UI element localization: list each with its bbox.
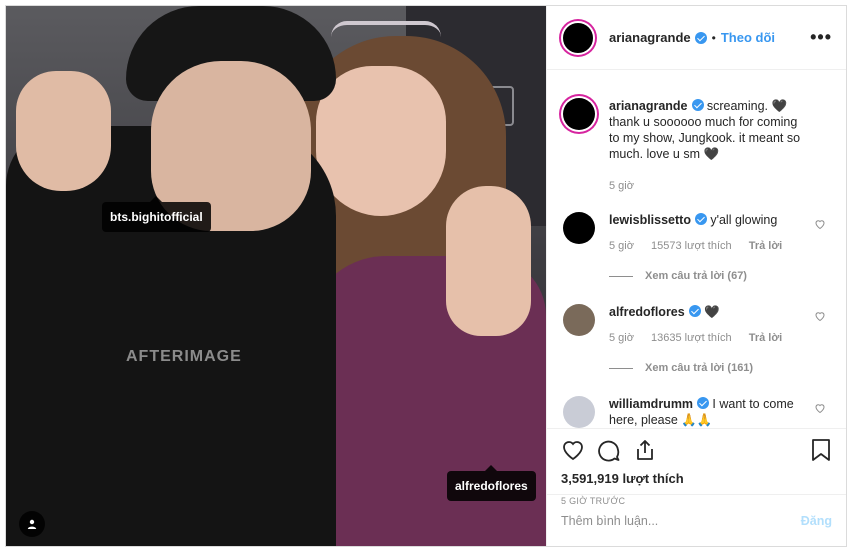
comment-like-heart-icon[interactable] (814, 218, 826, 233)
verified-badge-icon (691, 99, 704, 111)
action-icons (561, 438, 832, 465)
tagged-users-icon[interactable] (19, 511, 45, 537)
comment-avatar[interactable] (563, 304, 595, 336)
photo-tiara (331, 21, 441, 37)
comment-username[interactable]: alfredoflores (609, 305, 685, 319)
follow-button[interactable]: Theo dõi (721, 30, 775, 45)
comment-input[interactable] (561, 513, 801, 528)
post-header: arianagrande • Theo dõi ••• (547, 6, 846, 70)
like-heart-icon[interactable] (561, 438, 585, 465)
photo-peace-hand-left (16, 71, 111, 191)
instagram-post: AFTERIMAGE bts.bighitofficial alfredoflo… (5, 5, 847, 547)
comments-list[interactable]: arianagrande screaming. 🖤 thank u sooooo… (547, 70, 846, 428)
comment-likes[interactable]: 13635 lượt thích (651, 332, 732, 344)
caption-time[interactable]: 5 giờ (609, 180, 634, 192)
comment-meta: 5 giờ 15573 lượt thích Trả lời (609, 238, 809, 254)
comment-username[interactable]: williamdrumm (609, 397, 693, 411)
verified-badge-icon (694, 213, 707, 225)
comment-like-heart-icon[interactable] (814, 402, 826, 417)
photo-peace-hand-right (446, 186, 531, 336)
verified-badge-icon (694, 31, 707, 44)
comment-text: y'all glowing (710, 213, 778, 227)
author-username[interactable]: arianagrande (609, 30, 691, 45)
comment-row: alfredoflores 🖤 5 giờ 13635 lượt thích T… (563, 304, 830, 346)
reply-button[interactable]: Trả lời (749, 332, 783, 344)
caption-avatar[interactable] (563, 98, 595, 130)
photo-woman-face (316, 66, 446, 216)
comment-body: alfredoflores 🖤 5 giờ 13635 lượt thích T… (609, 304, 809, 346)
user-tag-alfredoflores[interactable]: alfredoflores (447, 465, 536, 501)
comment-time[interactable]: 5 giờ (609, 240, 634, 252)
post-side-panel: arianagrande • Theo dõi ••• arianagrande… (546, 6, 846, 546)
comment-username[interactable]: lewisblissetto (609, 213, 691, 227)
post-comment-button[interactable]: Đăng (801, 514, 832, 528)
comment-body: williamdrumm I want to come here, please… (609, 396, 809, 428)
caption-username[interactable]: arianagrande (609, 99, 688, 113)
comment-avatar[interactable] (563, 212, 595, 244)
comment-meta: 5 giờ 13635 lượt thích Trả lời (609, 330, 809, 346)
post-photo[interactable]: AFTERIMAGE bts.bighitofficial alfredoflo… (6, 6, 546, 546)
comment-text: 🖤 (704, 305, 720, 319)
comment-bubble-icon[interactable] (597, 438, 621, 465)
share-icon[interactable] (633, 438, 657, 465)
caption: arianagrande screaming. 🖤 thank u sooooo… (563, 98, 830, 194)
separator-dot: • (711, 30, 716, 45)
bookmark-icon[interactable] (810, 438, 832, 465)
comment-row: williamdrumm I want to come here, please… (563, 396, 830, 428)
user-tag-bts[interactable]: bts.bighitofficial (102, 196, 211, 232)
caption-meta: 5 giờ (609, 178, 809, 194)
comment-body: lewisblissetto y'all glowing 5 giờ 15573… (609, 212, 809, 254)
comment-likes[interactable]: 15573 lượt thích (651, 240, 732, 252)
author-avatar[interactable] (561, 20, 595, 55)
comment-row: lewisblissetto y'all glowing 5 giờ 15573… (563, 212, 830, 254)
comment-avatar[interactable] (563, 396, 595, 428)
more-dots-icon[interactable]: ••• (810, 27, 832, 48)
reply-button[interactable]: Trả lời (749, 240, 783, 252)
likes-count[interactable]: 3,591,919 lượt thích (561, 471, 832, 486)
shirt-print-text: AFTERIMAGE (126, 348, 242, 365)
verified-badge-icon (697, 397, 710, 409)
caption-body: arianagrande screaming. 🖤 thank u sooooo… (609, 98, 809, 194)
comment-time[interactable]: 5 giờ (609, 332, 634, 344)
comment-like-heart-icon[interactable] (814, 310, 826, 325)
view-replies-button[interactable]: Xem câu trả lời (161) (609, 362, 830, 374)
view-replies-button[interactable]: Xem câu trả lời (67) (609, 270, 830, 282)
add-comment-bar: Đăng (547, 494, 846, 546)
verified-badge-icon (688, 305, 701, 317)
